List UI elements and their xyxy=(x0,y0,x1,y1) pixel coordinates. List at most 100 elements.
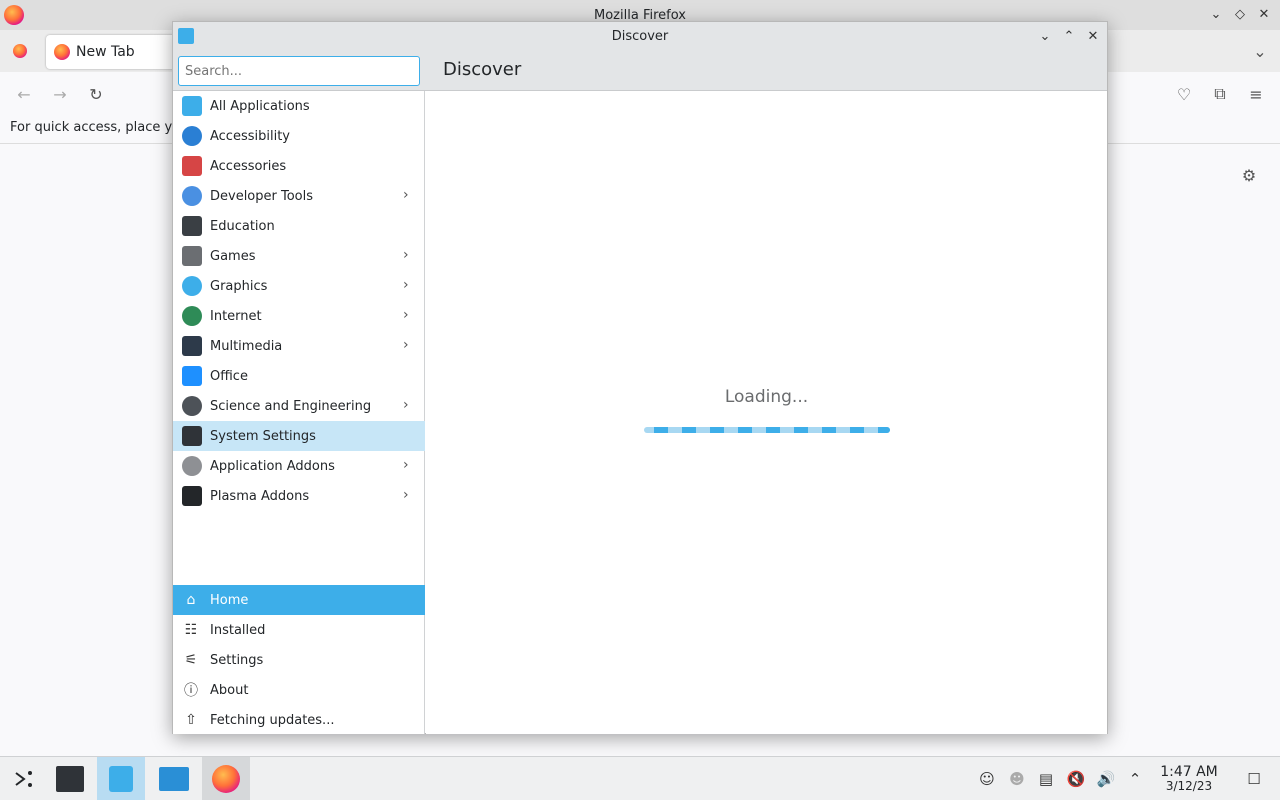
close-icon[interactable]: ✕ xyxy=(1085,27,1101,45)
sidebar-item-plasma-addons[interactable]: Plasma Addons › xyxy=(173,481,425,511)
sidebar-item-label: Games xyxy=(210,248,256,264)
pocket-icon[interactable]: ♡ xyxy=(1174,84,1194,104)
progress-segment xyxy=(654,427,668,433)
installed-list-icon: ☷ xyxy=(184,622,198,638)
bookmarks-hint: For quick access, place yo xyxy=(10,120,181,135)
gamepad-icon xyxy=(182,246,202,266)
tab-new-tab[interactable]: New Tab xyxy=(46,35,186,69)
discover-window: Discover ⌄ ⌃ ✕ Discover All Applications… xyxy=(172,21,1108,734)
taskbar: ☺ ☻ ▤ 🔇 🔊 ⌃ 1:47 AM 3/12/23 ☐ xyxy=(0,756,1280,800)
audio-muted-icon[interactable]: 🔇 xyxy=(1066,769,1086,789)
progress-segment xyxy=(710,427,724,433)
firefox-tab-icon xyxy=(54,44,70,60)
sidebar-item-label: Accessibility xyxy=(210,128,290,144)
firefox-task[interactable] xyxy=(202,757,250,800)
info-icon: ⓘ xyxy=(184,683,198,699)
sidebar-item-multimedia[interactable]: Multimedia › xyxy=(173,331,425,361)
sidebar-item-all-applications[interactable]: All Applications xyxy=(173,91,425,121)
nav-fetching-updates[interactable]: ⇧ Fetching updates... xyxy=(173,705,425,735)
sidebar-item-label: Graphics xyxy=(210,278,268,294)
extensions-icon[interactable]: ⧉ xyxy=(1210,84,1230,104)
search-input[interactable] xyxy=(178,56,420,86)
page-title: Discover xyxy=(443,59,522,80)
folder-icon xyxy=(159,767,189,791)
sliders-icon: ⚟ xyxy=(184,652,198,668)
dots-icon xyxy=(182,456,202,476)
clock[interactable]: 1:47 AM 3/12/23 xyxy=(1152,765,1226,793)
loading-text: Loading... xyxy=(724,387,809,407)
sidebar-item-label: Office xyxy=(210,368,248,384)
back-icon[interactable]: ← xyxy=(14,84,34,104)
sidebar-item-label: Accessories xyxy=(210,158,287,174)
sidebar-item-label: Science and Engineering xyxy=(210,398,372,414)
dolphin-task[interactable] xyxy=(150,757,198,800)
launcher-icon xyxy=(15,771,32,787)
toolbox-icon xyxy=(182,156,202,176)
discover-window-title: Discover xyxy=(611,28,669,44)
menu-icon[interactable]: ≡ xyxy=(1246,84,1266,104)
maximize-icon[interactable]: ◇ xyxy=(1232,6,1248,22)
settings-panel-icon xyxy=(182,426,202,446)
sidebar-item-science-and-engineering[interactable]: Science and Engineering › xyxy=(173,391,425,421)
sidebar-item-accessories[interactable]: Accessories xyxy=(173,151,425,181)
chevron-right-icon: › xyxy=(403,457,409,473)
list-tabs-icon[interactable]: ⌄ xyxy=(1250,41,1270,61)
maximize-icon[interactable]: ⌃ xyxy=(1061,27,1077,45)
sidebar-item-education[interactable]: Education xyxy=(173,211,425,241)
minimize-icon[interactable]: ⌄ xyxy=(1208,6,1224,22)
firefox-view-icon[interactable] xyxy=(10,41,30,61)
progress-segment xyxy=(850,427,864,433)
firefox-logo-icon xyxy=(4,5,24,25)
discover-task[interactable] xyxy=(97,757,145,800)
sidebar-item-graphics[interactable]: Graphics › xyxy=(173,271,425,301)
system-settings-task[interactable] xyxy=(46,757,94,800)
sidebar-item-label: All Applications xyxy=(210,98,310,114)
sidebar-item-developer-tools[interactable]: Developer Tools › xyxy=(173,181,425,211)
sphere-icon xyxy=(182,276,202,296)
gear-icon[interactable]: ⚙ xyxy=(1239,165,1259,185)
discover-bag-icon xyxy=(109,766,133,792)
nav-installed[interactable]: ☷ Installed xyxy=(173,615,425,645)
main-content: Loading... xyxy=(426,91,1107,734)
document-icon xyxy=(182,366,202,386)
progress-segment xyxy=(682,427,696,433)
nav-label: Installed xyxy=(210,622,266,638)
chevron-right-icon: › xyxy=(403,307,409,323)
sparkle-icon xyxy=(182,486,202,506)
app-launcher-button[interactable] xyxy=(0,757,48,800)
nav-home[interactable]: ⌂ Home xyxy=(173,585,425,615)
forward-icon[interactable]: → xyxy=(50,84,70,104)
sidebar-item-label: Internet xyxy=(210,308,262,324)
nav-settings[interactable]: ⚟ Settings xyxy=(173,645,425,675)
sidebar-item-internet[interactable]: Internet › xyxy=(173,301,425,331)
sidebar-item-label: Plasma Addons xyxy=(210,488,310,504)
clipboard-icon[interactable]: ▤ xyxy=(1036,769,1056,789)
sidebar-item-system-settings[interactable]: System Settings xyxy=(173,421,425,451)
user-switch-icon[interactable]: ☻ xyxy=(1007,769,1027,789)
progress-segment xyxy=(738,427,752,433)
nav-about[interactable]: ⓘ About xyxy=(173,675,425,705)
reload-icon[interactable]: ↻ xyxy=(86,84,106,104)
chevron-right-icon: › xyxy=(403,337,409,353)
nav-label: Home xyxy=(210,592,249,608)
sidebar-item-games[interactable]: Games › xyxy=(173,241,425,271)
sidebar-item-office[interactable]: Office xyxy=(173,361,425,391)
progress-segment xyxy=(794,427,808,433)
accessibility-icon xyxy=(182,126,202,146)
hammer-icon xyxy=(182,186,202,206)
chevron-right-icon: › xyxy=(403,487,409,503)
close-icon[interactable]: ✕ xyxy=(1256,6,1272,22)
minimize-icon[interactable]: ⌄ xyxy=(1037,27,1053,45)
nav-label: Fetching updates... xyxy=(210,712,335,728)
nav-label: Settings xyxy=(210,652,264,668)
tab-label: New Tab xyxy=(76,44,135,60)
sidebar-item-accessibility[interactable]: Accessibility xyxy=(173,121,425,151)
show-desktop-icon[interactable]: ☐ xyxy=(1244,769,1264,789)
user-icon[interactable]: ☺ xyxy=(977,769,997,789)
volume-icon[interactable]: 🔊 xyxy=(1096,769,1116,789)
sidebar-item-application-addons[interactable]: Application Addons › xyxy=(173,451,425,481)
loading-progress-bar xyxy=(644,427,890,433)
expand-tray-icon[interactable]: ⌃ xyxy=(1125,769,1145,789)
progress-segment xyxy=(878,427,890,433)
discover-titlebar: Discover ⌄ ⌃ ✕ xyxy=(173,22,1107,50)
